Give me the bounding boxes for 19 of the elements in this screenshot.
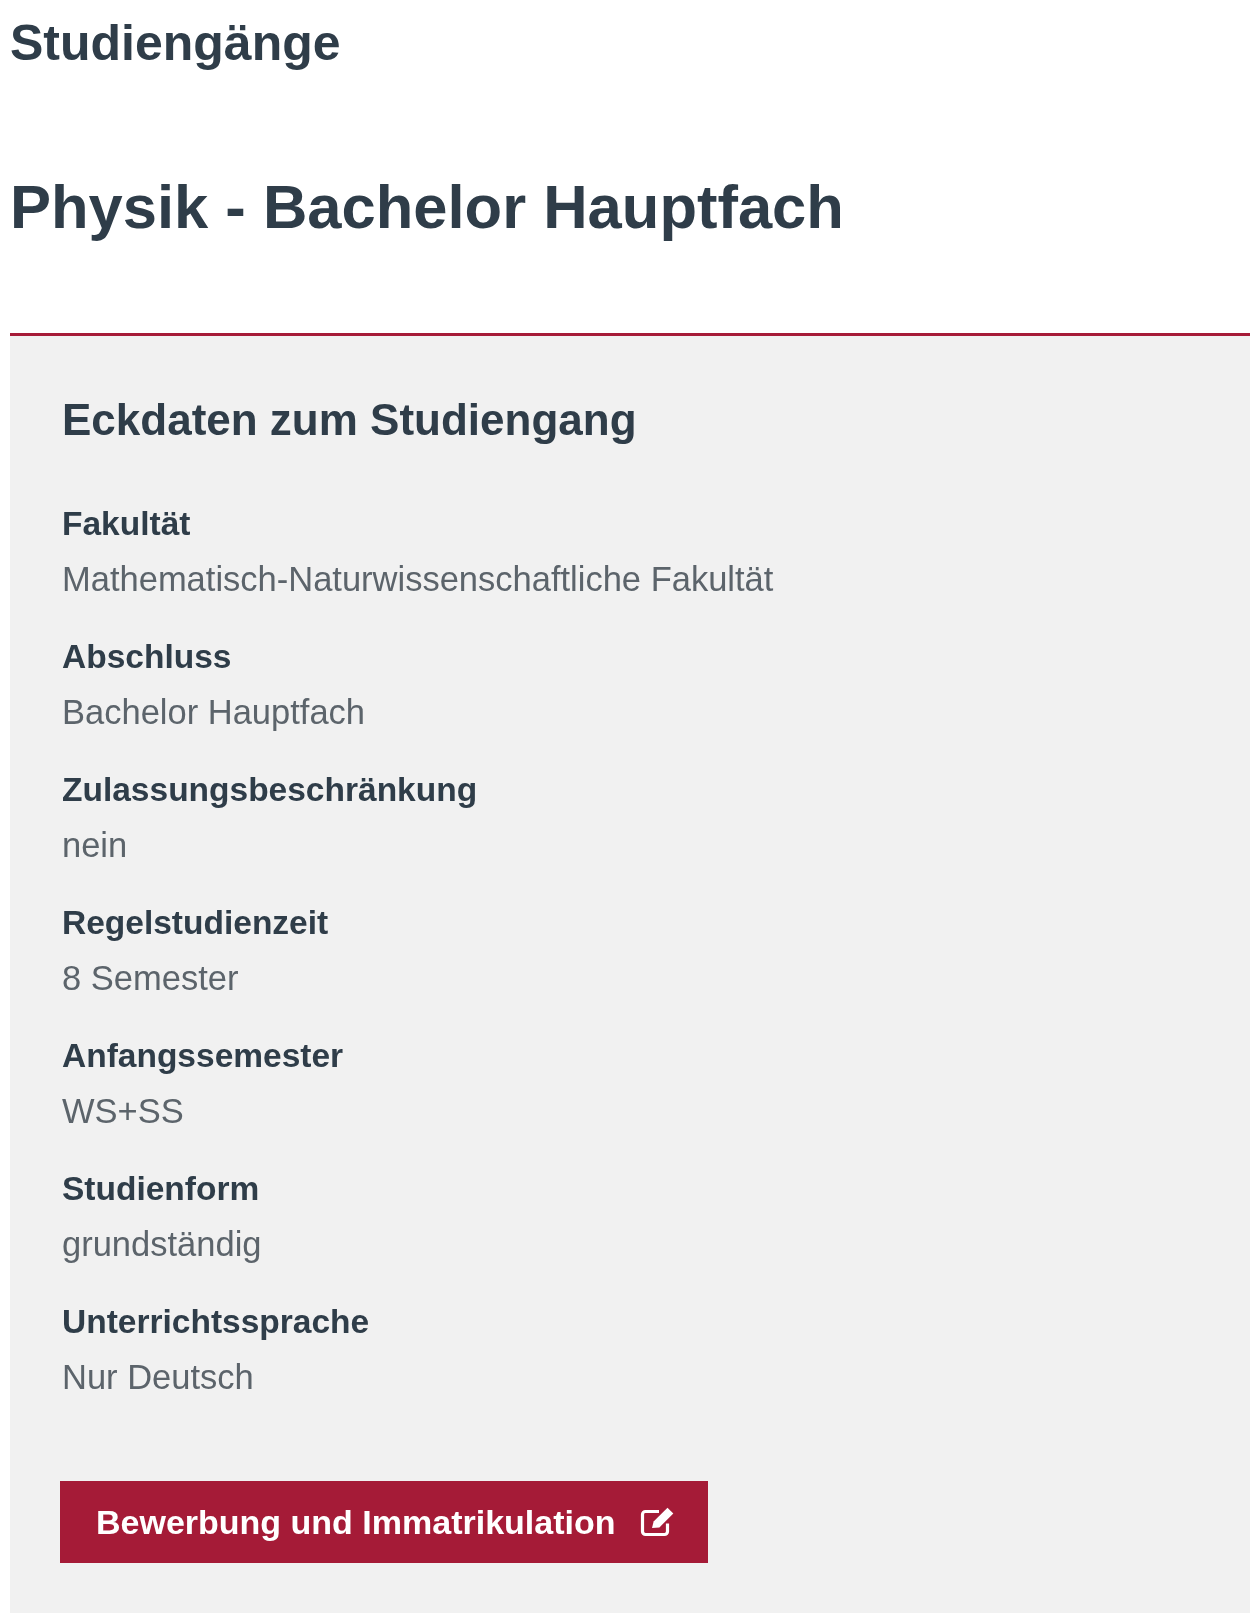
section-title: Studiengänge: [10, 14, 341, 73]
fact-value: Bachelor Hauptfach: [62, 692, 366, 732]
fact-value: 8 Semester: [62, 958, 239, 998]
fact-label: Unterrichtssprache: [62, 1302, 370, 1342]
fact-label: Zulassungsbeschränkung: [62, 770, 478, 810]
fact-value: Mathematisch-Naturwissenschaftliche Fakultät: [62, 559, 774, 599]
fact-value: grundständig: [62, 1224, 262, 1264]
fact-label: Anfangssemester: [62, 1036, 344, 1076]
panel-heading: Eckdaten zum Studiengang: [62, 394, 637, 446]
fact-label: Abschluss: [62, 637, 232, 677]
fact-value: nein: [62, 825, 128, 865]
fact-label: Studienform: [62, 1169, 260, 1209]
apply-button[interactable]: Bewerbung und Immatrikulation: [60, 1481, 709, 1563]
fact-label: Fakultät: [62, 504, 191, 544]
edit-icon: [639, 1506, 675, 1538]
page-title: Physik - Bachelor Hauptfach: [10, 171, 844, 243]
fact-value: Nur Deutsch: [62, 1357, 254, 1397]
fact-value: WS+SS: [62, 1091, 184, 1131]
fact-label: Regelstudienzeit: [62, 903, 329, 943]
